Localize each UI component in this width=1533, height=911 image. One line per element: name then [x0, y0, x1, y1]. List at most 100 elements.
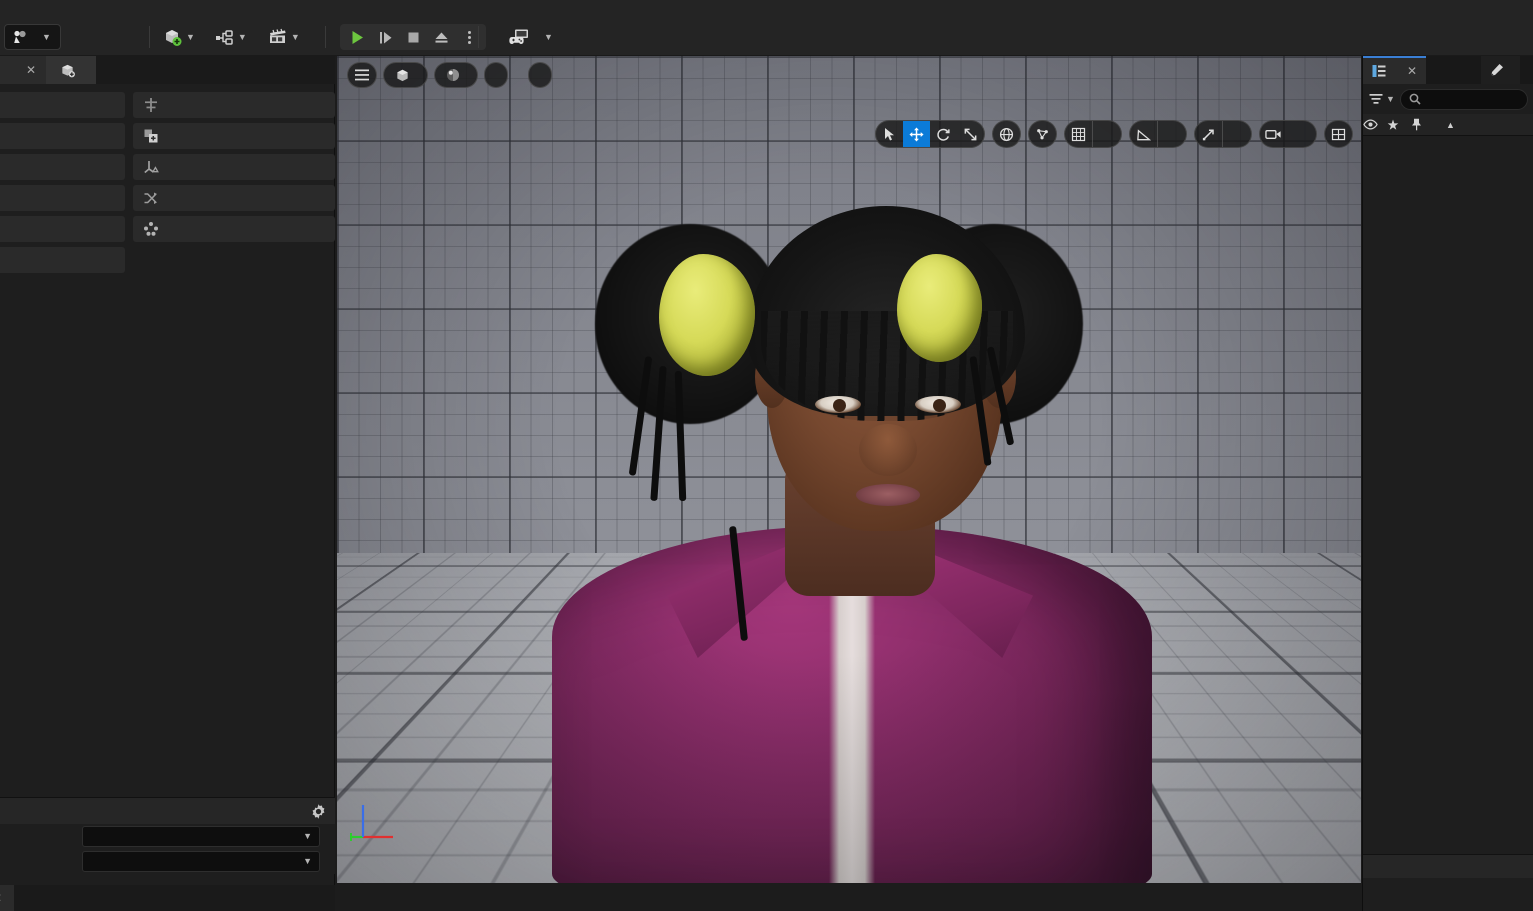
outliner-column-header: ▲ [1363, 114, 1533, 136]
pin-icon[interactable] [1411, 118, 1435, 131]
platforms-icon [508, 28, 530, 46]
perspective-cube-icon [395, 68, 410, 83]
tab-details[interactable] [1481, 56, 1520, 84]
quick-setting-lod-row: ▼ [0, 824, 335, 849]
tool-align[interactable] [132, 92, 335, 118]
tool-duplicate[interactable] [132, 123, 335, 149]
eye-icon[interactable] [1363, 119, 1387, 130]
gear-icon[interactable] [310, 803, 327, 820]
grid-snap-value[interactable] [1092, 121, 1121, 147]
play-controls-group [340, 24, 486, 50]
asset-location-dropdown[interactable]: ▼ [82, 851, 320, 872]
pattern-icon [143, 221, 159, 237]
viewport-vignette [337, 56, 1361, 883]
viewport-menu-button[interactable] [347, 62, 377, 88]
bake-icon [143, 159, 159, 175]
outliner-tree[interactable] [1363, 136, 1533, 878]
add-actor-icon [163, 28, 183, 47]
scale-snap-icon[interactable] [1195, 121, 1222, 147]
quick-setting-asset-location-row: ▼ [0, 849, 335, 874]
modeling-tool-grid [0, 92, 335, 273]
place-actors-tab[interactable] [46, 56, 96, 84]
scale-snap-group [1194, 120, 1252, 148]
scalability-button[interactable] [528, 62, 552, 88]
angle-snap-group [1129, 120, 1187, 148]
outliner-search-row: ▼ [1363, 84, 1533, 114]
cinematics-button[interactable]: ▼ [264, 24, 303, 50]
left-panel: ✕ ▼ ▼ [0, 56, 335, 911]
surface-snap-icon[interactable] [1029, 121, 1056, 147]
viewport-menu-icon [355, 69, 369, 81]
close-icon[interactable]: ✕ [0, 892, 2, 904]
sort-ascending-icon[interactable]: ▲ [1446, 120, 1455, 130]
move-gizmo-icon[interactable] [903, 121, 930, 147]
tool-transfer[interactable] [0, 185, 125, 211]
right-panel-tab-row: ✕ [1363, 56, 1533, 84]
camera-speed-group [1259, 120, 1317, 148]
tool-edit-pivot[interactable] [0, 154, 125, 180]
cinematics-icon [267, 28, 288, 46]
left-panel-tab-row: ✕ [0, 56, 335, 84]
filter-icon [1369, 93, 1383, 106]
stop-button[interactable] [400, 25, 426, 49]
content-browser-tab[interactable]: ✕ [0, 885, 15, 911]
tool-xform[interactable] [0, 92, 125, 118]
select-cursor-icon[interactable] [876, 121, 903, 147]
add-actor-button[interactable]: ▼ [160, 24, 198, 50]
lod-dropdown[interactable]: ▼ [82, 826, 320, 847]
lighting-mode-button[interactable] [434, 62, 478, 88]
tool-merge[interactable] [0, 123, 125, 149]
toolbar-divider [478, 26, 479, 48]
level-viewport[interactable] [337, 56, 1361, 883]
blueprint-icon [215, 29, 235, 46]
left-bottom-tab-row: ✕ [0, 885, 335, 911]
tool-convert[interactable] [132, 185, 335, 211]
viewport-layout-group [1324, 120, 1353, 148]
viewport-layout-icon[interactable] [1325, 121, 1352, 147]
modeling-mode-icon [12, 29, 28, 45]
camera-speed-icon[interactable] [1260, 121, 1287, 147]
star-icon[interactable] [1387, 119, 1411, 131]
blueprint-button[interactable]: ▼ [212, 24, 250, 50]
world-coordinates-icon[interactable] [993, 121, 1020, 147]
grid-snap-group [1064, 120, 1122, 148]
surface-snap-group [1028, 120, 1057, 148]
angle-snap-value[interactable] [1157, 121, 1186, 147]
filter-button[interactable]: ▼ [1369, 93, 1395, 106]
eject-button[interactable] [428, 25, 454, 49]
view-mode-button[interactable] [383, 62, 428, 88]
chevron-down-icon: ▼ [237, 31, 247, 42]
duplicate-icon [143, 128, 159, 144]
angle-snap-icon[interactable] [1130, 121, 1157, 147]
outliner-status-bar [1363, 854, 1533, 878]
quick-settings-header [0, 798, 335, 824]
search-icon [1409, 93, 1421, 105]
convert-icon [143, 190, 159, 206]
close-icon[interactable]: ✕ [1407, 65, 1417, 77]
place-actors-icon [60, 63, 75, 78]
camera-speed-value[interactable] [1287, 121, 1316, 147]
step-forward-button[interactable] [372, 25, 398, 49]
tool-bake-transform[interactable] [132, 154, 335, 180]
viewport-top-left-bar [347, 62, 552, 88]
tool-split[interactable] [0, 216, 125, 242]
quick-settings-panel: ▼ ▼ [0, 797, 335, 874]
grid-snap-icon[interactable] [1065, 121, 1092, 147]
tool-ism-editor[interactable] [0, 247, 125, 273]
tab-outliner[interactable]: ✕ [1363, 56, 1427, 84]
show-menu-button[interactable] [484, 62, 508, 88]
tool-pattern[interactable] [132, 216, 335, 242]
play-button[interactable] [344, 25, 370, 49]
close-icon[interactable]: ✕ [26, 64, 36, 76]
platforms-button[interactable]: ▼ [500, 24, 561, 50]
chevron-down-icon: ▼ [186, 31, 195, 42]
rotate-gizmo-icon[interactable] [930, 121, 957, 147]
scale-gizmo-icon[interactable] [957, 121, 984, 147]
search-input[interactable] [1399, 88, 1528, 110]
chevron-down-icon: ▼ [1386, 93, 1395, 104]
editor-mode-button[interactable]: ▼ [4, 24, 61, 50]
modeling-tab[interactable]: ✕ [0, 56, 46, 84]
viewport-axis-indicator [349, 793, 413, 851]
scale-snap-value[interactable] [1222, 121, 1251, 147]
chevron-down-icon: ▼ [303, 831, 312, 841]
